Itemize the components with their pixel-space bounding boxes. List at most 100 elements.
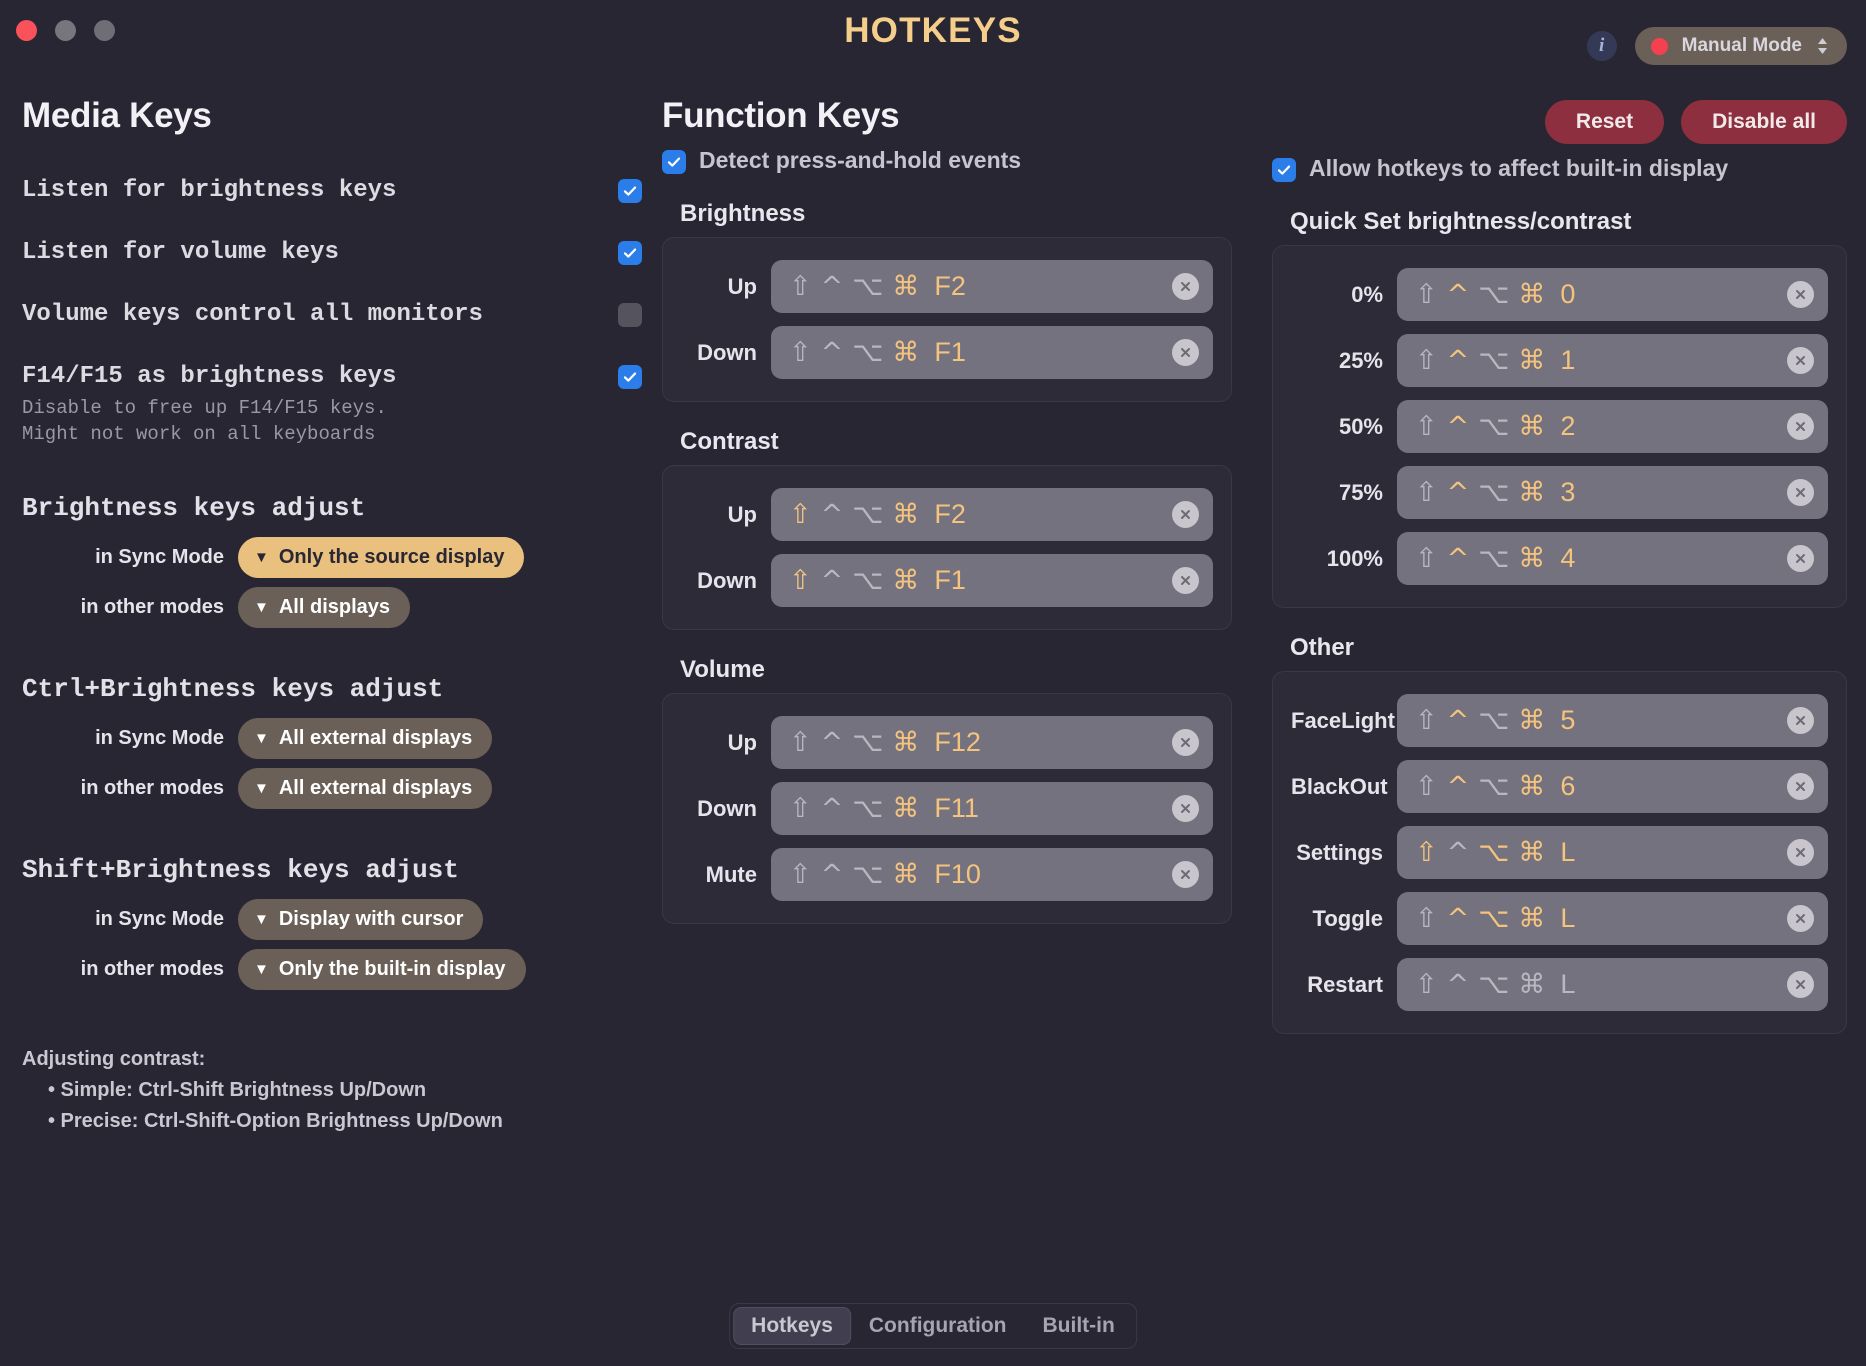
shift-glyph-icon: ⇧ <box>1415 771 1438 802</box>
mode-selector[interactable]: Manual Mode <box>1634 27 1847 65</box>
setting-row-detect-press-and-hold[interactable]: Detect press-and-hold events <box>662 147 1232 174</box>
option-glyph-icon: ⌥ <box>852 727 884 758</box>
setting-row-volume-all-monitors[interactable]: Volume keys control all monitors <box>22 300 642 330</box>
dropdown-brightness-sync-mode[interactable]: ▼ Only the source display <box>238 537 525 579</box>
hotkey-row-quickset-0: 0% ⇧ ^ ⌥ ⌘ 0 <box>1291 268 1828 321</box>
hotkey-recorder-volume-up[interactable]: ⇧ ^ ⌥ ⌘ F12 <box>771 716 1213 769</box>
dropdown-ctrl-brightness-other-modes[interactable]: ▼ All external displays <box>238 768 493 810</box>
clear-hotkey-icon[interactable] <box>1787 347 1814 374</box>
tab-configuration[interactable]: Configuration <box>851 1307 1025 1345</box>
adjust-row-label: in Sync Mode <box>95 908 224 931</box>
shift-glyph-icon: ⇧ <box>1415 411 1438 442</box>
clear-hotkey-icon[interactable] <box>1787 971 1814 998</box>
clear-hotkey-icon[interactable] <box>1172 567 1199 594</box>
hotkey-recorder-quickset-75[interactable]: ⇧ ^ ⌥ ⌘ 3 <box>1397 466 1828 519</box>
clear-hotkey-icon[interactable] <box>1787 773 1814 800</box>
hotkey-recorder-volume-mute[interactable]: ⇧ ^ ⌥ ⌘ F10 <box>771 848 1213 901</box>
clear-hotkey-icon[interactable] <box>1787 707 1814 734</box>
hotkey-recorder-contrast-up[interactable]: ⇧ ^ ⌥ ⌘ F2 <box>771 488 1213 541</box>
command-glyph-icon: ⌘ <box>892 793 920 824</box>
title-bar: HOTKEYS i Manual Mode <box>0 0 1866 70</box>
clear-hotkey-icon[interactable] <box>1172 339 1199 366</box>
clear-hotkey-icon[interactable] <box>1172 273 1199 300</box>
shift-glyph-icon: ⇧ <box>1415 969 1438 1000</box>
shift-glyph-icon: ⇧ <box>789 271 812 302</box>
adjust-row-label: in Sync Mode <box>95 727 224 750</box>
dropdown-ctrl-brightness-sync-mode[interactable]: ▼ All external displays <box>238 718 493 760</box>
hotkey-label: Mute <box>705 861 757 887</box>
hotkey-key: L <box>1560 969 1576 999</box>
hotkey-recorder-quickset-50[interactable]: ⇧ ^ ⌥ ⌘ 2 <box>1397 400 1828 453</box>
setting-label: Allow hotkeys to affect built-in display <box>1309 155 1729 181</box>
hotkey-glyphs: ⇧ ^ ⌥ ⌘ F10 <box>789 859 1172 890</box>
clear-hotkey-icon[interactable] <box>1787 545 1814 572</box>
checkbox-allow-builtin-display[interactable] <box>1272 158 1296 182</box>
setting-row-listen-brightness[interactable]: Listen for brightness keys <box>22 176 642 206</box>
command-glyph-icon: ⌘ <box>1518 969 1546 1000</box>
hotkey-glyphs: ⇧ ^ ⌥ ⌘ 6 <box>1415 771 1787 802</box>
disable-all-button[interactable]: Disable all <box>1681 100 1847 144</box>
setting-description: Disable to free up F14/F15 keys. Might n… <box>22 397 387 445</box>
checkbox-listen-brightness[interactable] <box>618 179 642 203</box>
shift-glyph-icon: ⇧ <box>1415 279 1438 310</box>
hotkey-label: Down <box>697 795 757 821</box>
checkbox-f14-f15[interactable] <box>618 365 642 389</box>
adjust-row: in Sync Mode ▼ All external displays <box>22 718 642 760</box>
clear-hotkey-icon[interactable] <box>1787 479 1814 506</box>
media-keys-column: Media Keys Listen for brightness keys Li… <box>22 96 642 1137</box>
group-title: Shift+Brightness keys adjust <box>22 855 459 886</box>
hotkey-glyphs: ⇧ ^ ⌥ ⌘ F1 <box>789 565 1172 596</box>
info-icon[interactable]: i <box>1586 31 1617 61</box>
hotkey-key: L <box>1560 903 1576 933</box>
shift-glyph-icon: ⇧ <box>789 337 812 368</box>
hotkey-recorder-settings[interactable]: ⇧ ^ ⌥ ⌘ L <box>1397 826 1828 879</box>
hotkey-row-blackout: BlackOut ⇧ ^ ⌥ ⌘ 6 <box>1291 760 1828 813</box>
clear-hotkey-icon[interactable] <box>1787 413 1814 440</box>
hotkey-recorder-quickset-25[interactable]: ⇧ ^ ⌥ ⌘ 1 <box>1397 334 1828 387</box>
shift-glyph-icon: ⇧ <box>789 727 812 758</box>
dropdown-shift-brightness-sync-mode[interactable]: ▼ Display with cursor <box>238 899 484 941</box>
clear-hotkey-icon[interactable] <box>1172 501 1199 528</box>
tab-hotkeys[interactable]: Hotkeys <box>733 1307 851 1345</box>
control-glyph-icon: ^ <box>1446 837 1470 868</box>
mode-status-dot <box>1650 37 1668 55</box>
hotkey-recorder-restart[interactable]: ⇧ ^ ⌥ ⌘ L <box>1397 958 1828 1011</box>
hotkey-row-quickset-100: 100% ⇧ ^ ⌥ ⌘ 4 <box>1291 532 1828 585</box>
tab-built-in[interactable]: Built-in <box>1025 1307 1133 1345</box>
checkbox-volume-all-monitors[interactable] <box>618 303 642 327</box>
chevron-down-icon: ▼ <box>254 730 269 748</box>
setting-row-f14-f15[interactable]: F14/F15 as brightness keys Disable to fr… <box>22 362 642 447</box>
adjust-row: in Sync Mode ▼ Display with cursor <box>22 899 642 941</box>
command-glyph-icon: ⌘ <box>1518 543 1546 574</box>
hotkey-recorder-contrast-down[interactable]: ⇧ ^ ⌥ ⌘ F1 <box>771 554 1213 607</box>
hotkey-recorder-quickset-0[interactable]: ⇧ ^ ⌥ ⌘ 0 <box>1397 268 1828 321</box>
clear-hotkey-icon[interactable] <box>1172 795 1199 822</box>
dropdown-value: All external displays <box>278 727 473 750</box>
reset-button[interactable]: Reset <box>1544 100 1665 144</box>
hotkey-recorder-blackout[interactable]: ⇧ ^ ⌥ ⌘ 6 <box>1397 760 1828 813</box>
checkbox-listen-volume[interactable] <box>618 241 642 265</box>
clear-hotkey-icon[interactable] <box>1172 729 1199 756</box>
checkbox-detect-press-and-hold[interactable] <box>662 150 686 174</box>
hotkey-recorder-toggle[interactable]: ⇧ ^ ⌥ ⌘ L <box>1397 892 1828 945</box>
clear-hotkey-icon[interactable] <box>1787 839 1814 866</box>
option-glyph-icon: ⌥ <box>852 565 884 596</box>
chevron-down-icon: ▼ <box>254 780 269 798</box>
shift-glyph-icon: ⇧ <box>1415 903 1438 934</box>
hotkey-recorder-brightness-down[interactable]: ⇧ ^ ⌥ ⌘ F1 <box>771 326 1213 379</box>
clear-hotkey-icon[interactable] <box>1787 281 1814 308</box>
dropdown-shift-brightness-other-modes[interactable]: ▼ Only the built-in display <box>238 949 526 991</box>
hotkey-recorder-volume-down[interactable]: ⇧ ^ ⌥ ⌘ F11 <box>771 782 1213 835</box>
command-glyph-icon: ⌘ <box>1518 411 1546 442</box>
hotkey-recorder-brightness-up[interactable]: ⇧ ^ ⌥ ⌘ F2 <box>771 260 1213 313</box>
clear-hotkey-icon[interactable] <box>1172 861 1199 888</box>
setting-row-allow-builtin-display[interactable]: Allow hotkeys to affect built-in display <box>1272 155 1847 182</box>
hotkey-recorder-facelight[interactable]: ⇧ ^ ⌥ ⌘ 5 <box>1397 694 1828 747</box>
hotkey-recorder-quickset-100[interactable]: ⇧ ^ ⌥ ⌘ 4 <box>1397 532 1828 585</box>
dropdown-brightness-other-modes[interactable]: ▼ All displays <box>238 587 411 629</box>
setting-row-listen-volume[interactable]: Listen for volume keys <box>22 238 642 268</box>
section-panel: Up ⇧ ^ ⌥ ⌘ F2 Down ⇧ ^ ⌥ ⌘ F1 <box>662 237 1232 402</box>
control-glyph-icon: ^ <box>820 859 844 890</box>
clear-hotkey-icon[interactable] <box>1787 905 1814 932</box>
hotkey-row-quickset-75: 75% ⇧ ^ ⌥ ⌘ 3 <box>1291 466 1828 519</box>
